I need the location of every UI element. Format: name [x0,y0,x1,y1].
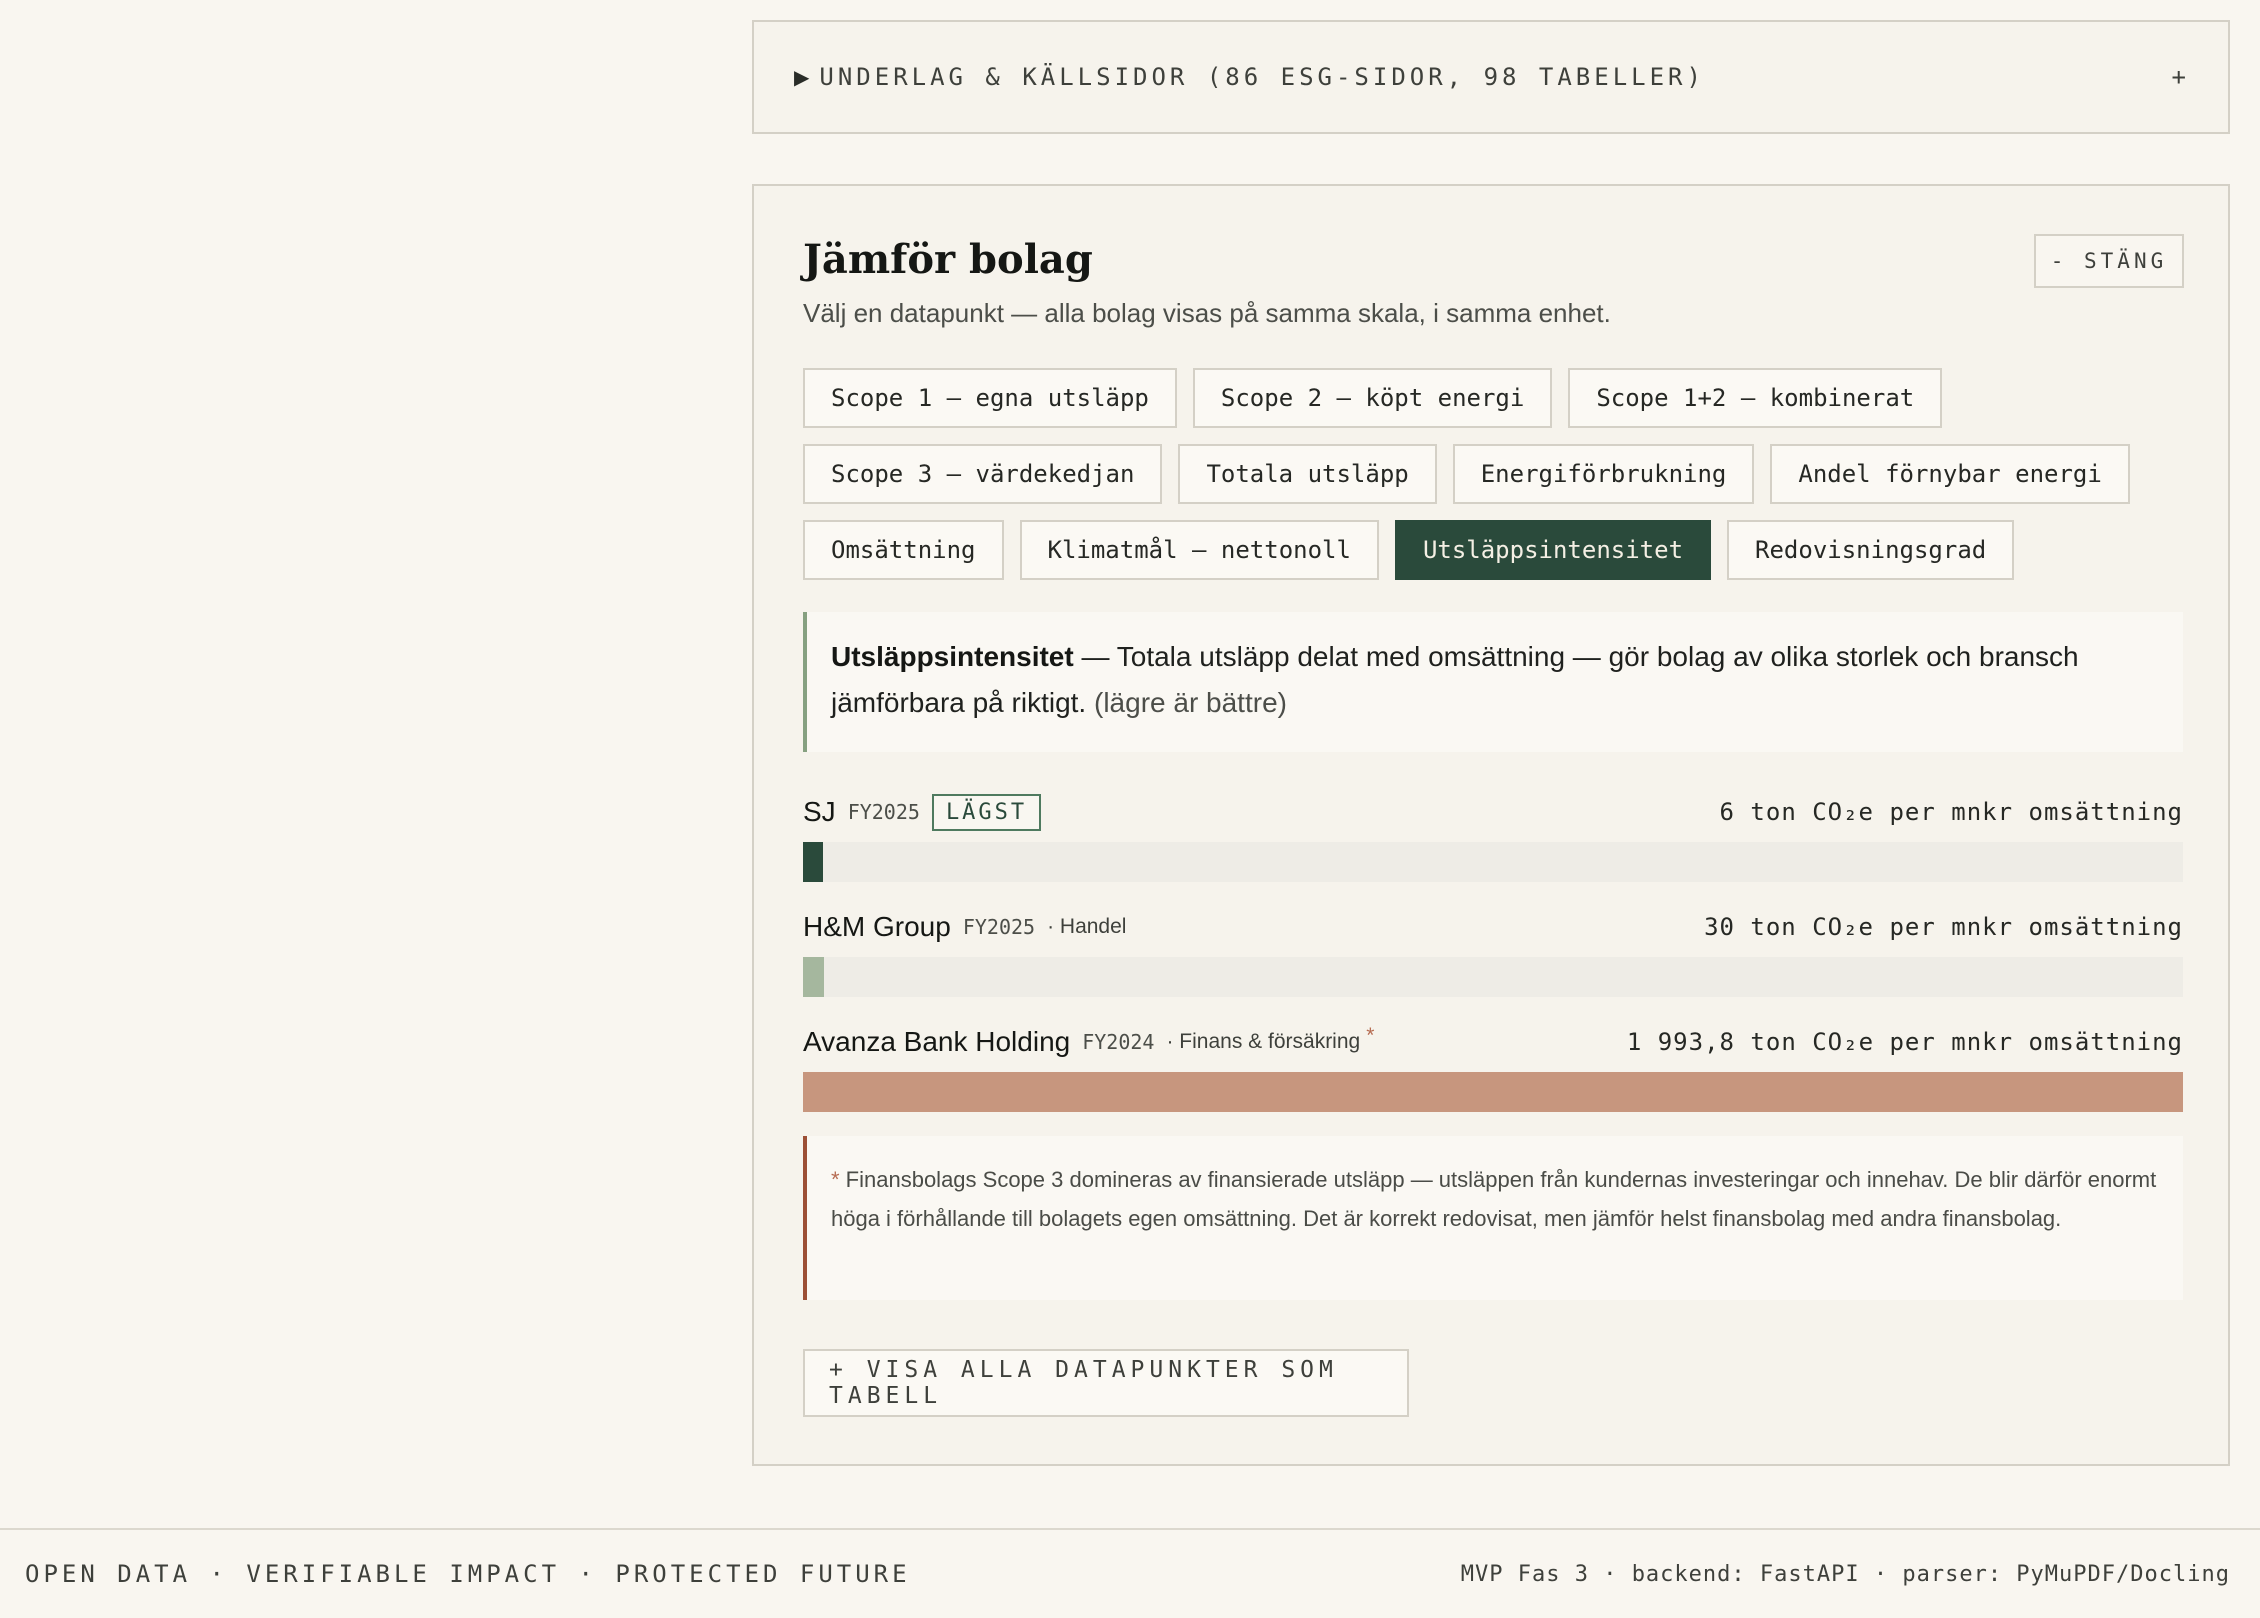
underlag-header: ▶ UNDERLAG & KÄLLSIDOR (86 ESG-SIDOR, 98… [794,63,1705,91]
company-row: H&M Group FY2025 · Handel 30 ton CO₂e pe… [803,905,2183,997]
expand-arrow-icon: ▶ [794,66,810,89]
footnote-marker: * [1366,1024,1375,1047]
company-row: Avanza Bank Holding FY2024 · Finans & fö… [803,1020,2183,1112]
underlag-label: UNDERLAG & KÄLLSIDOR (86 ESG-SIDOR, 98 T… [819,63,1705,91]
chip-scope3[interactable]: Scope 3 — värdekedjan [803,444,1163,504]
finance-footnote: * Finansbolags Scope 3 domineras av fina… [803,1136,2183,1300]
company-row: SJ FY2025 LÄGST 6 ton CO₂e per mnkr omsä… [803,790,2183,882]
industry-label: · Handel [1047,915,1127,938]
footer-tagline: OPEN DATA · VERIFIABLE IMPACT · PROTECTE… [25,1560,911,1588]
company-value: 1 993,8 ton CO₂e per mnkr omsättning [1626,1028,2183,1056]
close-button[interactable]: - STÄNG [2034,234,2184,288]
show-table-button[interactable]: + VISA ALLA DATAPUNKTER SOM TABELL [803,1349,1409,1417]
fiscal-year: FY2024 [1082,1030,1155,1054]
metric-note: (lägre är bättre) [1094,687,1287,718]
bar-track [803,842,2183,882]
chip-renewable-share[interactable]: Andel förnybar energi [1770,444,2130,504]
chip-energy-use[interactable]: Energiförbrukning [1452,444,1755,504]
compare-panel: Jämför bolag - STÄNG Välj en datapunkt —… [752,184,2230,1466]
footnote-text: Finansbolags Scope 3 domineras av finans… [831,1167,2157,1231]
company-name: H&M Group [803,911,951,942]
metric-description: Utsläppsintensitet — Totala utsläpp dela… [803,612,2183,752]
company-name: Avanza Bank Holding [803,1026,1071,1057]
chip-row: Scope 3 — värdekedjan Totala utsläpp Ene… [803,444,2203,504]
page-footer: OPEN DATA · VERIFIABLE IMPACT · PROTECTE… [0,1528,2260,1618]
lowest-badge: LÄGST [931,793,1042,831]
footer-tech-info: MVP Fas 3 · backend: FastAPI · parser: P… [1460,1561,2230,1587]
chip-emission-intensity[interactable]: Utsläppsintensitet [1394,520,1712,580]
datapoint-selector: Scope 1 — egna utsläpp Scope 2 — köpt en… [803,368,2203,596]
chip-scope12[interactable]: Scope 1+2 — kombinerat [1568,368,1943,428]
bar-track [803,1072,2183,1112]
value-bar [803,957,824,997]
panel-title: Jämför bolag [803,236,1093,283]
chip-climate-target[interactable]: Klimatmål — nettonoll [1019,520,1379,580]
chip-row: Scope 1 — egna utsläpp Scope 2 — köpt en… [803,368,2203,428]
chip-reporting-degree[interactable]: Redovisningsgrad [1727,520,2015,580]
company-name: SJ [803,796,836,827]
value-bar [803,1072,2183,1112]
footnote-star: * [831,1167,840,1192]
fiscal-year: FY2025 [847,800,920,824]
metric-term: Utsläppsintensitet [831,641,1074,672]
plus-icon[interactable]: + [2172,63,2186,91]
chip-revenue[interactable]: Omsättning [803,520,1004,580]
company-value: 30 ton CO₂e per mnkr omsättning [1704,913,2183,941]
panel-subtitle: Välj en datapunkt — alla bolag visas på … [803,298,1611,328]
fiscal-year: FY2025 [962,915,1036,939]
industry-label: · Finans & försäkring [1166,1030,1361,1053]
chip-row: Omsättning Klimatmål — nettonoll Utsläpp… [803,520,2203,580]
bar-track [803,957,2183,997]
chip-scope1[interactable]: Scope 1 — egna utsläpp [803,368,1177,428]
company-value: 6 ton CO₂e per mnkr omsättning [1719,798,2183,826]
value-bar [803,842,823,882]
chip-scope2[interactable]: Scope 2 — köpt energi [1192,368,1553,428]
underlag-toggle[interactable]: ▶ UNDERLAG & KÄLLSIDOR (86 ESG-SIDOR, 98… [752,20,2230,134]
chip-total-emissions[interactable]: Totala utsläpp [1178,444,1437,504]
